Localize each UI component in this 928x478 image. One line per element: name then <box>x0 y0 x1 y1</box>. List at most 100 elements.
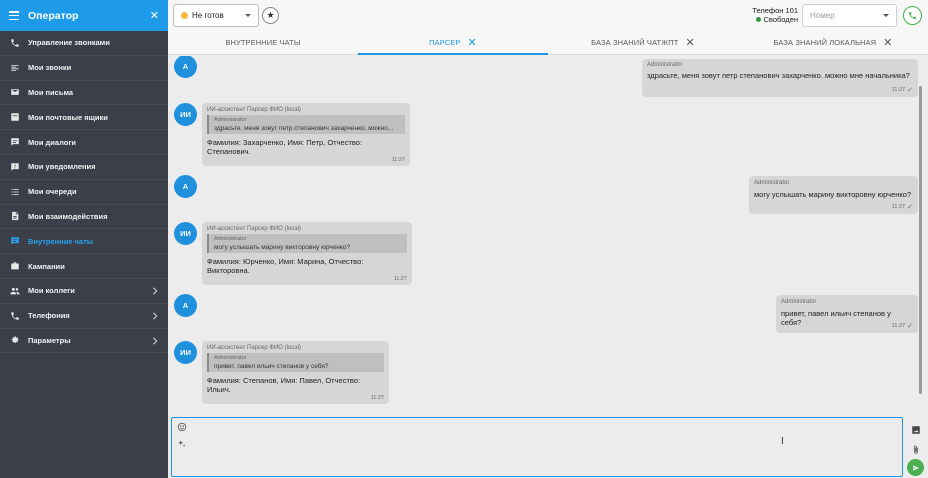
message-bubble: ИИ-ассистент Парсер ФИО (local) Administ… <box>202 341 389 404</box>
list-icon <box>9 62 20 73</box>
tab-knowledge-local[interactable]: БАЗА ЗНАНИЙ ЛОКАЛЬНАЯ ✕ <box>738 31 928 54</box>
tab-label: ВНУТРЕННИЕ ЧАТЫ <box>225 38 301 47</box>
message-bubble: ИИ-ассистент Парсер ФИО (local) Administ… <box>202 222 412 285</box>
phone-icon <box>909 12 916 19</box>
sidebar-item-my-letters[interactable]: Мои письма <box>0 81 168 106</box>
tab-knowledge-chatgpt[interactable]: БАЗА ЗНАНИЙ ЧАТЖПТ ✕ <box>548 31 738 54</box>
chat-messages: А Administrator здрасьте, меня зовут пет… <box>168 56 922 412</box>
sidebar-item-label: Мои почтовые ящики <box>28 112 108 122</box>
ai-sparkle-icon[interactable] <box>177 439 187 449</box>
sidebar-item-parameters[interactable]: Параметры <box>0 329 168 354</box>
avatar: ИИ <box>174 103 197 126</box>
quoted-message: Administrator могу услышать марину викто… <box>207 234 407 253</box>
status-dot <box>181 12 188 19</box>
status-select[interactable]: Не готов <box>173 4 259 27</box>
quote-author: Administrator <box>214 117 247 123</box>
document-icon <box>9 211 20 222</box>
chevron-right-icon[interactable] <box>151 312 159 320</box>
sidebar-item-campaigns[interactable]: Кампании <box>0 254 168 279</box>
phone-icon <box>9 310 20 321</box>
sidebar-item-call-management[interactable]: Управление звонками <box>0 31 168 56</box>
message-text: Фамилия: Степанов, Имя: Павел, Отчество:… <box>207 376 361 394</box>
sidebar: Оператор ✕ Управление звонками Мои звонк… <box>0 0 168 478</box>
check-icon: ✓ <box>907 204 913 211</box>
sidebar-item-label: Мои коллеги <box>28 286 75 296</box>
message-sender: Administrator <box>781 299 817 305</box>
sidebar-title: Оператор <box>28 9 79 22</box>
phone-state: Свободен <box>763 15 798 24</box>
sidebar-item-my-dialogs[interactable]: Мои диалоги <box>0 130 168 155</box>
message-bubble: Administrator здрасьте, меня зовут петр … <box>642 59 918 97</box>
message-sender: Administrator <box>754 180 790 186</box>
send-icon <box>912 464 919 471</box>
message-bubble: Administrator могу услышать марину викто… <box>749 176 918 214</box>
sidebar-item-my-interactions[interactable]: Мои взаимодействия <box>0 205 168 230</box>
avatar: А <box>174 56 197 78</box>
status-dot <box>755 17 761 22</box>
phone-icon <box>9 37 20 48</box>
message-sender: Administrator <box>647 62 683 68</box>
quote-text: привет, павел ильич степанов у себя? <box>214 363 329 370</box>
sidebar-item-my-colleagues[interactable]: Мои коллеги <box>0 279 168 304</box>
chevron-down-icon <box>245 14 251 17</box>
send-button[interactable] <box>907 459 924 476</box>
message-time: 11:27 <box>391 157 405 163</box>
number-input[interactable]: Номер <box>802 4 897 27</box>
message-bubble: Administrator привет, павел ильич степан… <box>776 295 918 333</box>
chat-tabs: ВНУТРЕННИЕ ЧАТЫ ПАРСЕР ✕ БАЗА ЗНАНИЙ ЧАТЖ… <box>168 31 928 55</box>
message-bubble: ИИ-ассистент Парсер ФИО (local) Administ… <box>202 103 410 166</box>
close-icon[interactable]: ✕ <box>883 37 892 48</box>
sidebar-item-label: Управление звонками <box>28 38 110 48</box>
sidebar-item-label: Телефония <box>28 311 70 321</box>
message-time: 11:27 <box>891 204 906 210</box>
sidebar-item-telephony[interactable]: Телефония <box>0 304 168 329</box>
sidebar-item-label: Мои письма <box>28 87 74 97</box>
sidebar-item-label: Кампании <box>28 261 65 271</box>
chat-scrollbar[interactable] <box>919 86 922 394</box>
chevron-right-icon[interactable] <box>151 287 159 295</box>
chat-icon <box>9 137 20 148</box>
sidebar-item-label: Мои взаимодействия <box>28 211 108 221</box>
sidebar-item-my-mailboxes[interactable]: Мои почтовые ящики <box>0 105 168 131</box>
message-time: 11:27 <box>370 395 384 401</box>
quote-text: здрасьте, меня зовут петр степанович зах… <box>214 125 394 132</box>
message-text: Фамилия: Юрченко, Имя: Марина, Отчество:… <box>207 257 364 275</box>
tab-label: ПАРСЕР <box>429 38 461 47</box>
phone-info: Телефон 101 Свободен <box>752 6 798 24</box>
star-icon: ★ <box>266 10 275 20</box>
sidebar-item-label: Параметры <box>28 335 71 345</box>
tab-label: БАЗА ЗНАНИЙ ЧАТЖПТ <box>591 38 679 47</box>
call-button[interactable] <box>903 6 922 25</box>
briefcase-icon <box>9 261 20 272</box>
sidebar-item-my-calls[interactable]: Мои звонки <box>0 56 168 81</box>
check-icon: ✓ <box>907 87 913 94</box>
mail-icon <box>9 87 20 98</box>
tab-parser[interactable]: ПАРСЕР ✕ <box>358 31 548 55</box>
queue-icon <box>9 186 20 197</box>
message-sender: ИИ-ассистент Парсер ФИО (local) <box>207 345 301 351</box>
message-sender: ИИ-ассистент Парсер ФИО (local) <box>207 107 301 113</box>
emoji-icon[interactable] <box>177 422 187 432</box>
check-icon: ✓ <box>907 323 913 330</box>
message-time: 11:27 <box>891 87 906 93</box>
sidebar-item-my-notifications[interactable]: Мои уведомления <box>0 155 168 180</box>
sidebar-item-my-queues[interactable]: Мои очереди <box>0 180 168 205</box>
message-text: здрасьте, меня зовут петр степанович зах… <box>647 71 910 80</box>
attachment-icon[interactable] <box>911 445 921 455</box>
message-time: 11:27 <box>891 323 906 329</box>
sidebar-item-label: Мои диалоги <box>28 137 77 147</box>
menu-icon[interactable] <box>9 11 19 20</box>
close-icon[interactable]: ✕ <box>685 37 694 48</box>
message-time: 11:27 <box>393 276 407 282</box>
close-icon[interactable]: ✕ <box>150 9 159 22</box>
message-input[interactable] <box>171 417 903 477</box>
close-icon[interactable]: ✕ <box>468 37 477 48</box>
quote-author: Administrator <box>214 236 247 242</box>
favorite-button[interactable]: ★ <box>262 7 279 24</box>
avatar: ИИ <box>174 341 197 364</box>
phone-label: Телефон 101 <box>752 6 798 15</box>
tab-internal-chats[interactable]: ВНУТРЕННИЕ ЧАТЫ <box>168 31 358 54</box>
chevron-right-icon[interactable] <box>151 336 159 345</box>
sidebar-item-internal-chats[interactable]: Внутренние чаты <box>0 229 168 255</box>
image-icon[interactable] <box>911 425 921 435</box>
